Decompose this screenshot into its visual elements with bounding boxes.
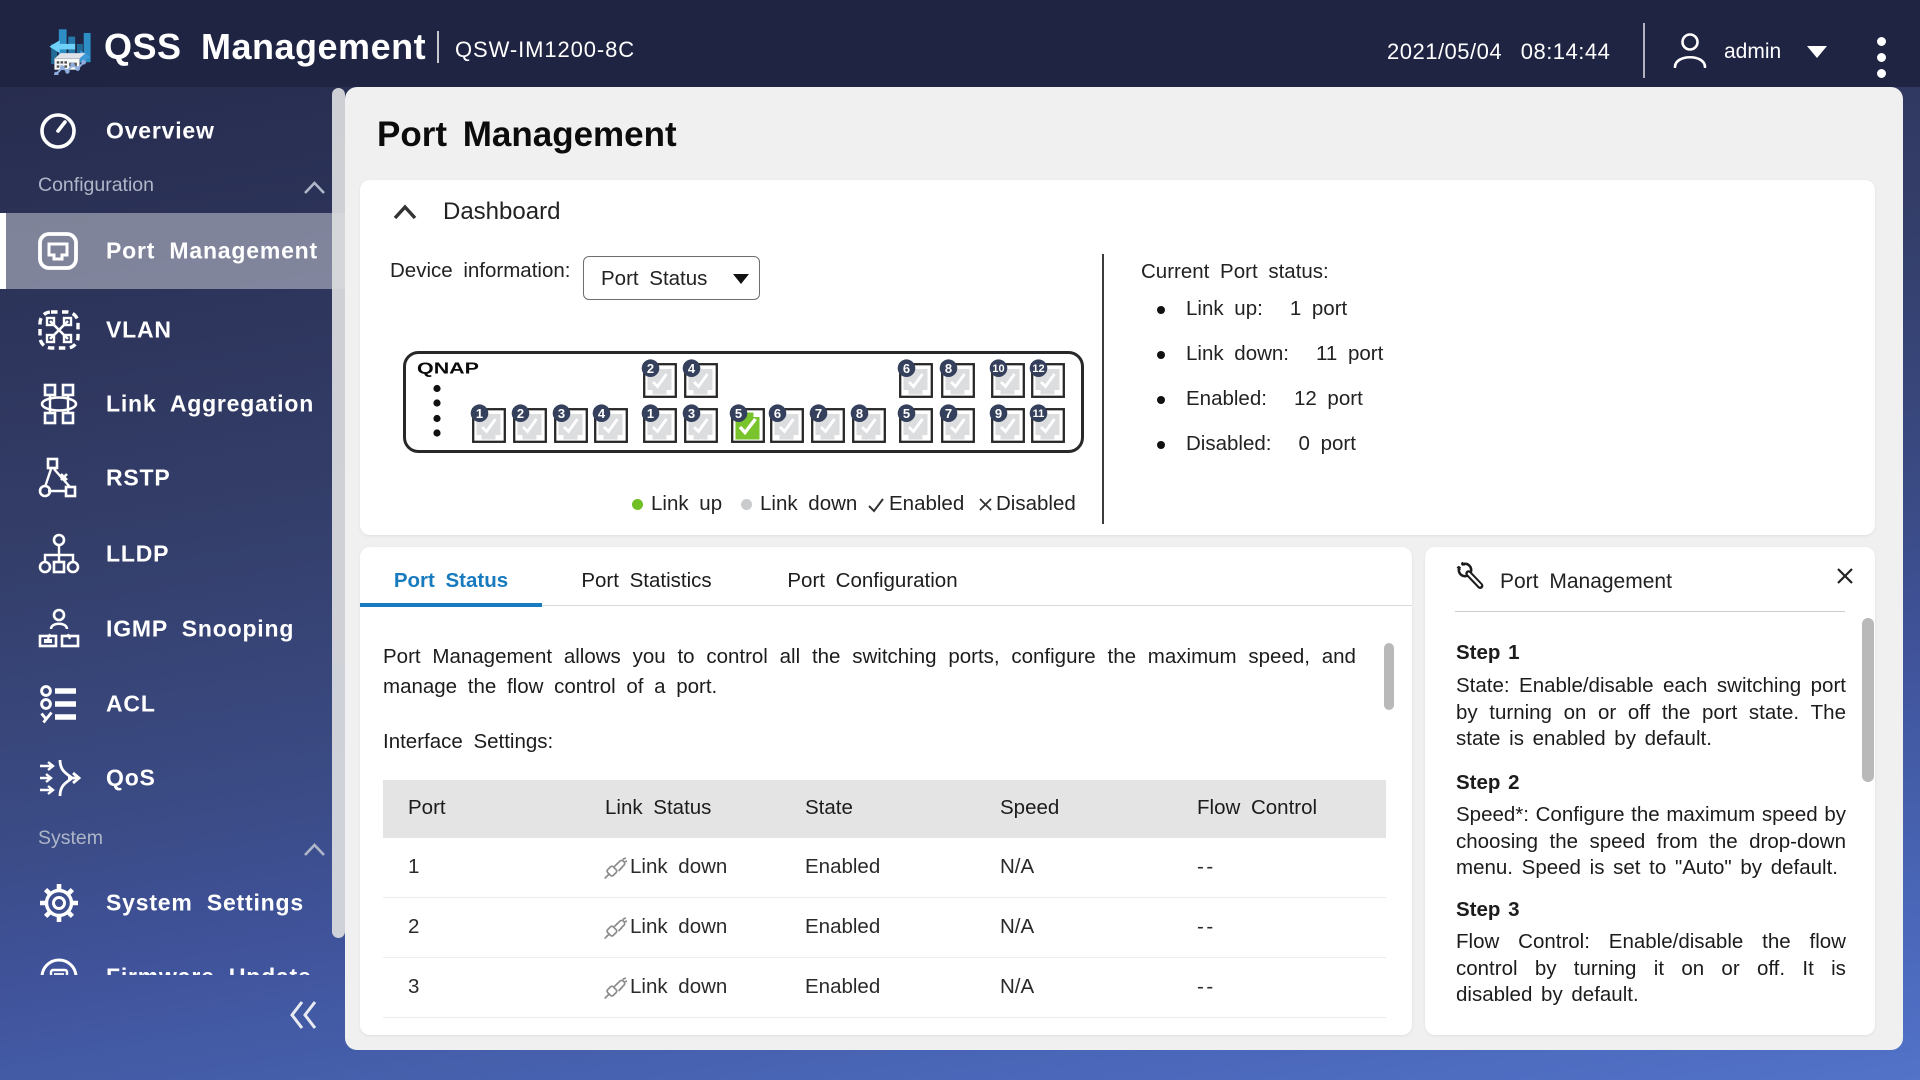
- svg-text:6: 6: [903, 361, 910, 376]
- svg-text:2: 2: [517, 406, 524, 421]
- svg-text:3: 3: [558, 406, 565, 421]
- svg-text:3: 3: [688, 406, 695, 421]
- svg-text:7: 7: [945, 406, 952, 421]
- svg-text:4: 4: [688, 361, 696, 376]
- svg-text:7: 7: [815, 406, 822, 421]
- svg-text:5: 5: [903, 406, 910, 421]
- svg-text:6: 6: [774, 406, 781, 421]
- svg-text:1: 1: [476, 406, 483, 421]
- svg-text:5: 5: [735, 406, 742, 421]
- svg-text:9: 9: [995, 406, 1002, 421]
- svg-text:2: 2: [647, 361, 654, 376]
- svg-text:QNAP: QNAP: [417, 361, 479, 378]
- svg-text:4: 4: [598, 406, 606, 421]
- svg-text:12: 12: [1032, 363, 1044, 375]
- svg-text:1: 1: [647, 406, 654, 421]
- svg-text:10: 10: [992, 363, 1004, 375]
- svg-text:8: 8: [856, 406, 863, 421]
- svg-text:11: 11: [1033, 408, 1045, 420]
- svg-text:8: 8: [945, 361, 952, 376]
